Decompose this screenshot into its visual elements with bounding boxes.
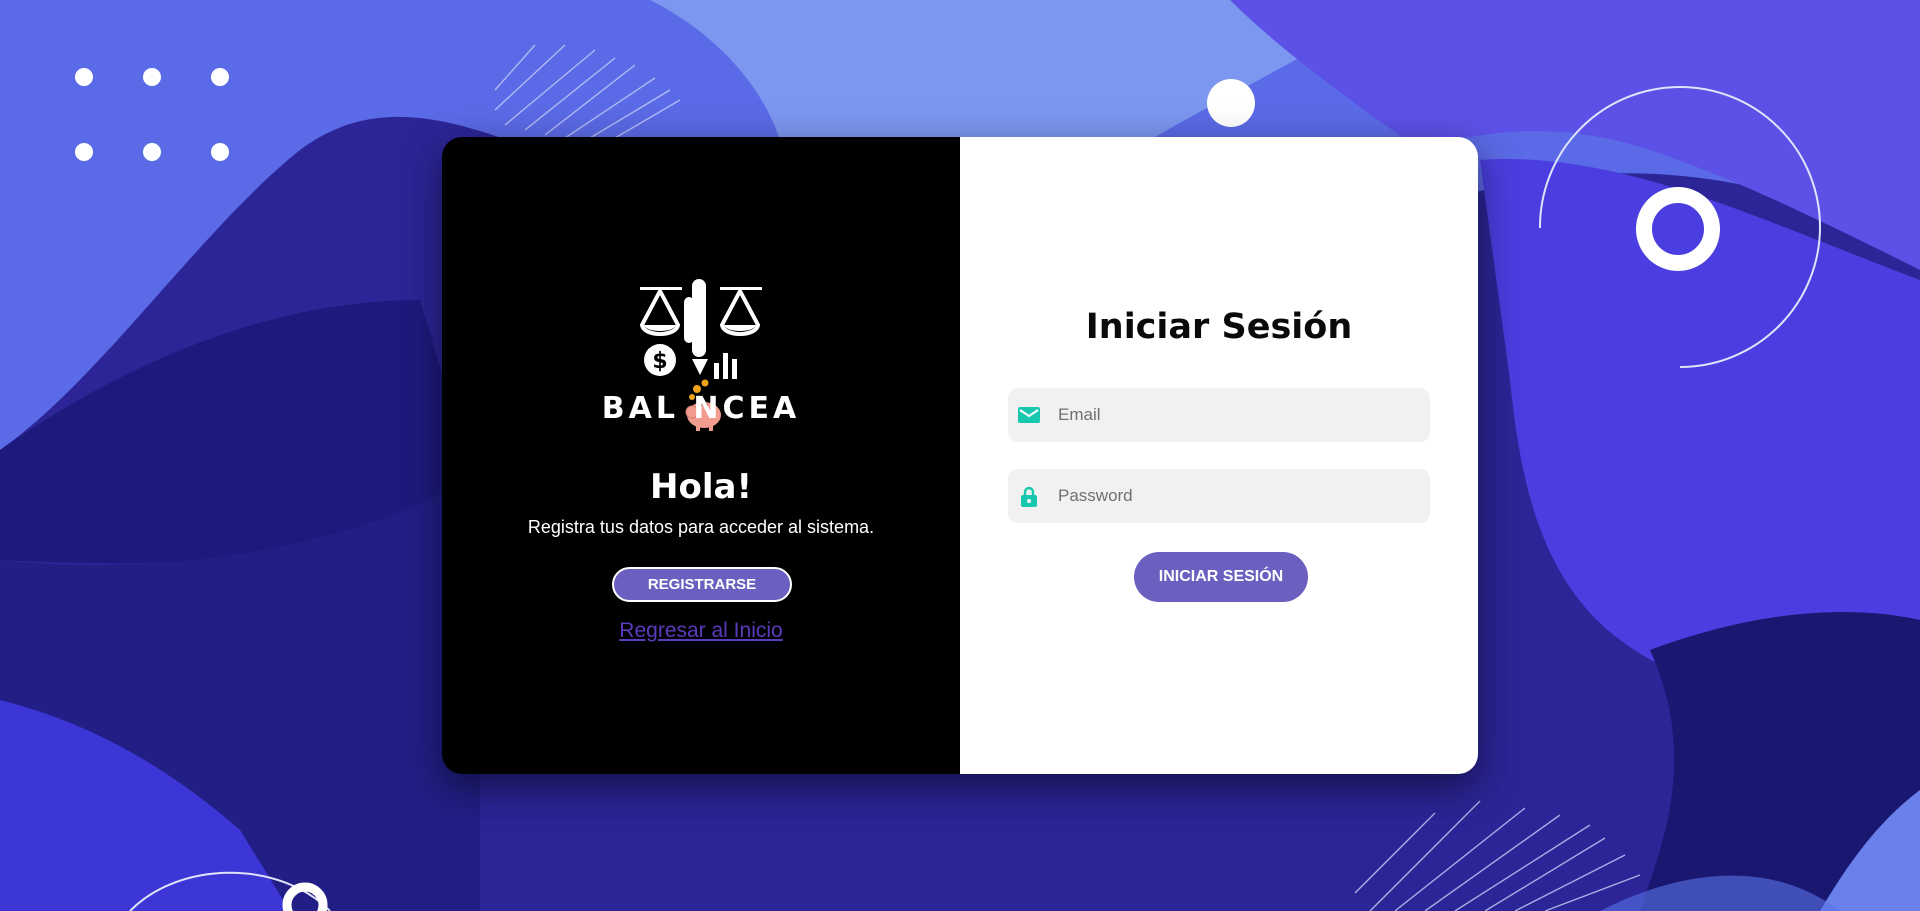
welcome-subtitle: Registra tus datos para acceder al siste… xyxy=(527,517,875,537)
auth-card: $ BAL NCEA Hola! Registra tus datos para… xyxy=(442,137,1478,774)
login-panel: Iniciar Sesión INICIAR SESIÓN xyxy=(960,137,1478,774)
password-input[interactable] xyxy=(1056,485,1420,507)
password-field[interactable] xyxy=(1008,469,1430,523)
mail-icon xyxy=(1018,404,1040,426)
login-title: Iniciar Sesión xyxy=(1085,307,1353,347)
back-to-home-link[interactable]: Regresar al Inicio xyxy=(442,619,960,643)
lock-icon xyxy=(1018,485,1040,507)
email-field[interactable] xyxy=(1008,388,1430,442)
email-input[interactable] xyxy=(1056,404,1420,426)
svg-text:$: $ xyxy=(652,349,667,374)
register-button[interactable]: REGISTRARSE xyxy=(612,567,792,602)
balance-scale-piggy-logo: $ xyxy=(639,279,762,431)
welcome-heading: Hola! xyxy=(650,467,752,507)
welcome-panel: $ BAL NCEA Hola! Registra tus datos para… xyxy=(442,137,960,774)
login-submit-button[interactable]: INICIAR SESIÓN xyxy=(1134,552,1308,602)
